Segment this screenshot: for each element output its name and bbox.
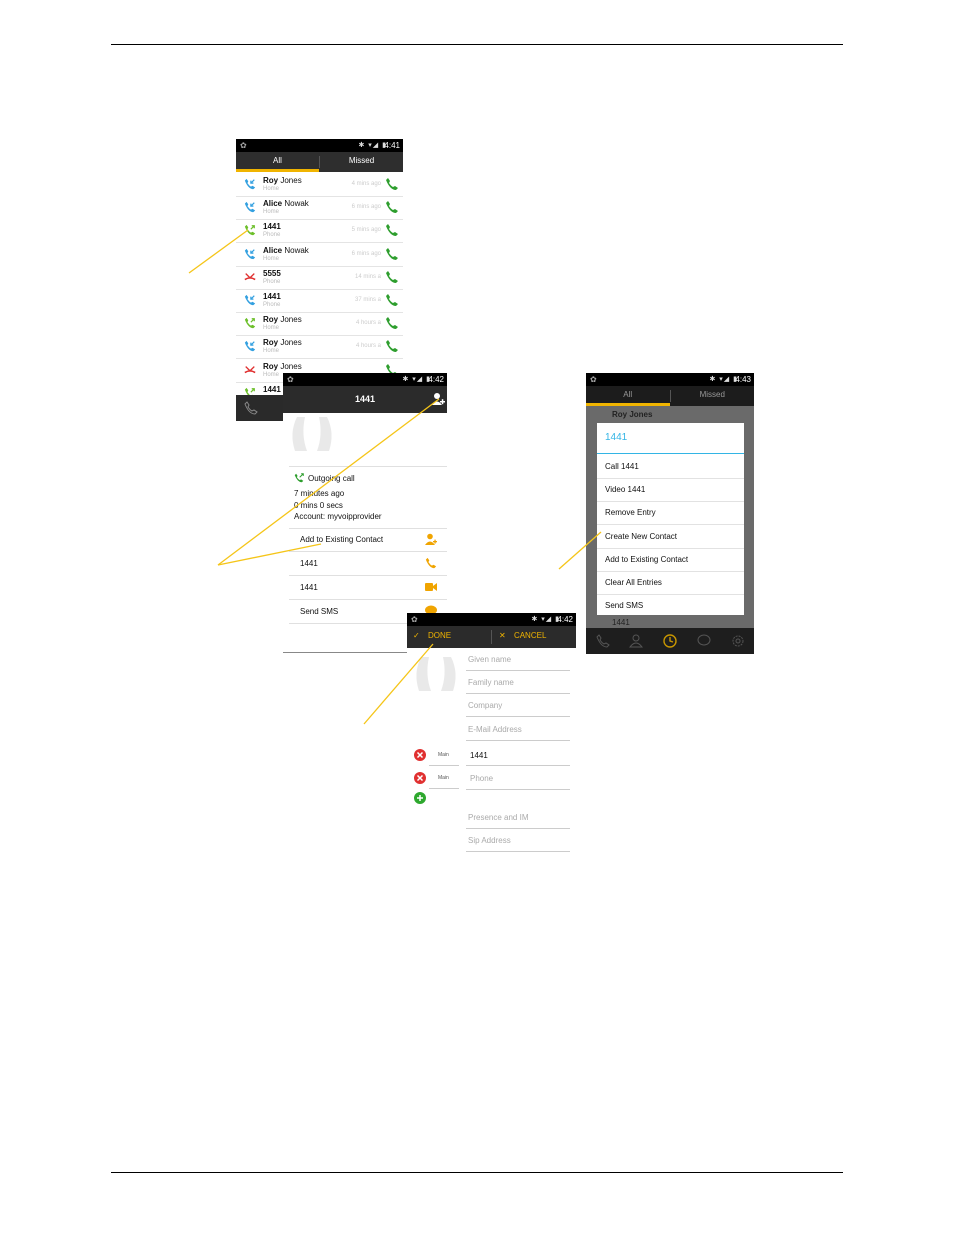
callout-lines [188, 229, 602, 725]
callout-line-done [363, 643, 434, 725]
callout-line-outgoing [188, 229, 249, 274]
callout-line-add-existing [217, 543, 322, 566]
callout-line-create-new [558, 531, 602, 570]
callout-line-add-contact-icon [217, 398, 440, 566]
